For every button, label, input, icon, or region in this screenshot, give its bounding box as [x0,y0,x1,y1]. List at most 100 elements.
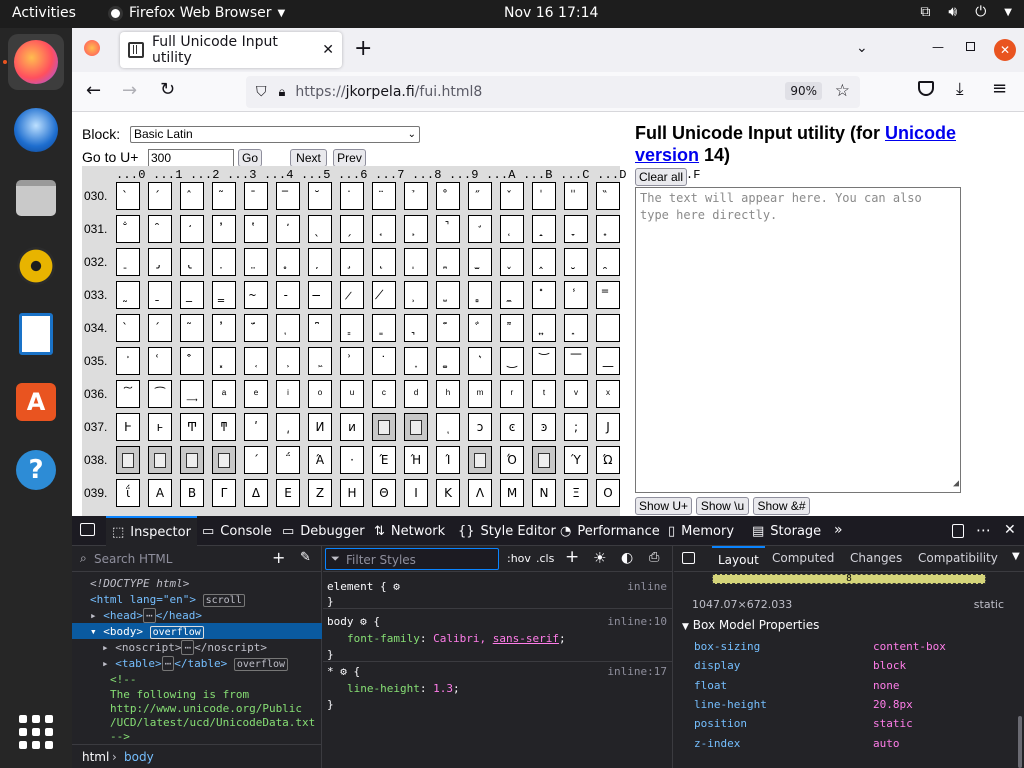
eyedropper-icon[interactable]: ✎ [300,550,311,565]
devtools-tab-style-editor[interactable]: {} Style Editor [458,516,556,546]
char-cell[interactable]: ͺ [436,413,460,441]
char-cell[interactable]: Ό [500,446,524,474]
dock-help[interactable]: ? [8,442,64,498]
element-rule[interactable]: element { ⚙ [327,580,400,593]
char-cell[interactable]: ̙ [404,215,428,243]
char-cell[interactable]: Κ [436,479,460,507]
dock-firefox[interactable] [8,34,64,90]
devtools-tab-performance[interactable]: ◔ Performance [560,516,660,546]
char-cell[interactable]: ͠ [116,380,140,408]
char-cell[interactable]: Ϳ [596,413,620,441]
char-cell[interactable]: ̂ [180,182,204,210]
dock-thunderbird[interactable] [8,102,64,158]
block-select[interactable]: Basic Latin ⌄ [130,126,420,143]
close-tab-icon[interactable]: ✕ [322,42,334,58]
devtools-tab-console[interactable]: ▭ Console [202,516,272,546]
char-cell[interactable]: ΅ [276,446,300,474]
char-cell[interactable]: ͖ [308,347,332,375]
char-cell[interactable]: ͔ [244,347,268,375]
char-cell[interactable]: ̥ [276,248,300,276]
char-cell[interactable]: Ξ [564,479,588,507]
char-cell[interactable]: Λ [468,479,492,507]
char-cell[interactable]: ̼ [500,281,524,309]
char-cell[interactable]: ̭ [532,248,556,276]
show-apps-button[interactable] [8,704,64,760]
char-cell[interactable]: ͆ [308,314,332,342]
char-cell[interactable]: ̮ [564,248,588,276]
char-cell[interactable]: ̳ [212,281,236,309]
char-cell[interactable]: ͑ [148,347,172,375]
char-cell[interactable]: ͮ [564,380,588,408]
char-cell[interactable]: ̈́ [244,314,268,342]
char-cell[interactable]: ͵ [276,413,300,441]
char-cell[interactable]: Ζ [308,479,332,507]
forward-icon[interactable]: → [122,80,137,101]
char-cell[interactable]: Η [340,479,364,507]
show-ampersand-button[interactable]: Show &# [753,497,810,515]
char-cell[interactable]: Ͷ [308,413,332,441]
char-cell[interactable]: ̖ [308,215,332,243]
pocket-icon[interactable] [918,81,934,96]
devtools-menu-icon[interactable]: ⋯ [976,521,991,539]
star-declaration[interactable]: line-height: 1.3; [347,682,460,695]
print-media-icon[interactable]: ⎙ [649,550,659,565]
char-cell[interactable]: ̏ [596,182,620,210]
downloads-icon[interactable]: ⤓ [956,79,964,99]
char-cell[interactable]: ́ [148,182,172,210]
char-cell[interactable]: ̕ [276,215,300,243]
url-bar[interactable]: ⛉ 🔒︎ https://jkorpela.fi/fui.html8 90% ☆ [246,76,860,108]
char-cell[interactable]: Δ [244,479,268,507]
char-cell[interactable]: ̿ [596,281,620,309]
char-cell[interactable] [180,446,204,474]
char-cell[interactable]: ̶ [308,281,332,309]
sidebar-tab-compatibility[interactable]: Compatibility [918,551,998,565]
char-cell[interactable] [116,446,140,474]
comment-open[interactable]: <!-- [110,673,137,686]
char-cell[interactable]: ̽ [532,281,556,309]
goto-input[interactable]: 300 [148,149,234,167]
sidebar-tab-layout[interactable]: Layout [712,546,765,572]
char-cell[interactable]: ΄ [244,446,268,474]
char-cell[interactable]: ̵ [276,281,300,309]
char-cell[interactable]: ̦ [308,248,332,276]
char-cell[interactable]: ͙ [404,347,428,375]
char-cell[interactable]: ̾ [564,281,588,309]
char-cell[interactable]: Ν [532,479,556,507]
char-cell[interactable]: Ͳ [180,413,204,441]
devtools-tab-debugger[interactable]: ▭ Debugger [282,516,365,546]
devtools-tab-memory[interactable]: ▯ Memory [668,516,734,546]
char-cell[interactable]: ͂ [180,314,204,342]
body-node[interactable]: ▾ <body> overflow [90,625,204,639]
clear-all-button[interactable]: Clear all [635,168,687,186]
char-cell[interactable]: ̗ [340,215,364,243]
zoom-badge[interactable]: 90% [785,82,822,100]
char-cell[interactable]: ͊ [436,314,460,342]
more-tabs-icon[interactable]: » [834,522,843,538]
char-cell[interactable]: ̅ [276,182,300,210]
char-cell[interactable]: ̻ [468,281,492,309]
dock-software[interactable]: A [8,374,64,430]
close-devtools-icon[interactable]: ✕ [1004,522,1016,538]
activities-button[interactable]: Activities [12,5,76,21]
head-node[interactable]: ▸ <head> ⋯ </head> [90,608,202,623]
box-model-properties-header[interactable]: ▼ Box Model Properties [682,618,819,632]
char-cell[interactable]: ʹ [244,413,268,441]
restore-button[interactable] [966,42,975,51]
char-cell[interactable]: ̠ [116,248,140,276]
dock-files[interactable] [8,170,64,226]
clock[interactable]: Nov 16 17:14 [504,5,598,21]
char-cell[interactable]: ͭ [532,380,556,408]
prev-button[interactable]: Prev [333,149,366,167]
class-toggle[interactable]: .cls [536,552,554,565]
char-cell[interactable]: ͼ [500,413,524,441]
hover-state-toggle[interactable]: :hov [507,552,531,565]
char-cell[interactable]: ͳ [212,413,236,441]
doctype-node[interactable]: <!DOCTYPE html> [90,577,189,590]
char-cell[interactable]: ̲ [180,281,204,309]
char-cell[interactable]: ͽ [532,413,556,441]
firefox-view-icon[interactable] [84,40,100,56]
char-cell[interactable]: ̌ [500,182,524,210]
char-cell[interactable]: ͱ [148,413,172,441]
light-theme-icon[interactable]: ☀ [593,549,606,567]
char-cell[interactable]: ͷ [340,413,364,441]
